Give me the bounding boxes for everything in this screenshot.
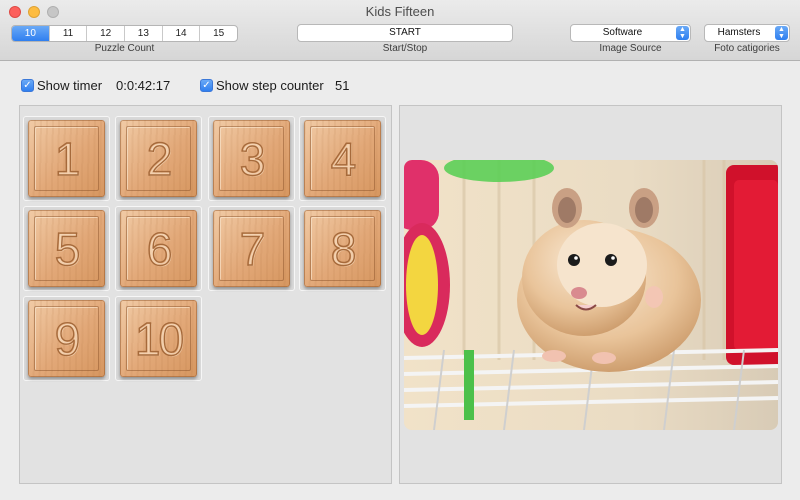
puzzle-count-10[interactable]: 10 (12, 26, 50, 41)
hamster-photo (404, 160, 778, 430)
puzzle-tile-5[interactable]: 5 (28, 210, 105, 287)
image-source-popup[interactable]: Software ▲ ▼ (570, 24, 691, 42)
puzzle-count-11[interactable]: 11 (50, 26, 88, 41)
tile-number: 10 (134, 312, 185, 365)
puzzle-board: 1 2 3 4 5 6 7 8 9 10 (19, 105, 392, 484)
tile-cell: 8 (299, 206, 386, 291)
show-step-counter-label: Show step counter (216, 78, 324, 93)
start-stop-label: Start/Stop (382, 43, 428, 54)
title-bar: Kids Fifteen 10 11 12 13 14 15 Puzzle Co… (0, 0, 800, 61)
tile-number: 8 (330, 222, 357, 275)
preview-panel (399, 105, 782, 484)
puzzle-tile-4[interactable]: 4 (304, 120, 381, 197)
step-counter-value: 51 (335, 78, 350, 93)
tile-number: 4 (330, 132, 357, 185)
image-source-value: Software (602, 27, 643, 38)
puzzle-count-12[interactable]: 12 (87, 26, 126, 41)
window-title: Kids Fifteen (365, 4, 435, 19)
puzzle-tile-1[interactable]: 1 (28, 120, 105, 197)
puzzle-tile-2[interactable]: 2 (120, 120, 197, 197)
chevron-up-down-icon: ▲ ▼ (775, 26, 788, 40)
tile-cell: 4 (299, 116, 386, 201)
puzzle-tile-7[interactable]: 7 (213, 210, 290, 287)
puzzle-tile-9[interactable]: 9 (28, 300, 105, 377)
tile-number: 9 (54, 312, 81, 365)
puzzle-tile-8[interactable]: 8 (304, 210, 381, 287)
puzzle-tile-10[interactable]: 10 (120, 300, 197, 377)
start-button[interactable]: START (297, 24, 513, 42)
tile-cell: 1 (23, 116, 110, 201)
puzzle-count-15[interactable]: 15 (200, 26, 237, 41)
puzzle-count-label: Puzzle Count (94, 43, 155, 54)
tile-number: 2 (146, 132, 173, 185)
tile-number: 1 (54, 132, 81, 185)
puzzle-tile-6[interactable]: 6 (120, 210, 197, 287)
foto-category-value: Hamsters (717, 27, 761, 38)
tile-number: 3 (239, 132, 266, 185)
puzzle-tile-3[interactable]: 3 (213, 120, 290, 197)
tile-cell: 10 (115, 296, 202, 381)
show-timer-checkbox[interactable]: ✓ (21, 79, 34, 92)
tile-number: 7 (239, 222, 266, 275)
tile-cell: 3 (208, 116, 295, 201)
show-step-counter-checkbox[interactable]: ✓ (200, 79, 213, 92)
tile-cell: 9 (23, 296, 110, 381)
chevron-up-down-icon: ▲ ▼ (676, 26, 689, 40)
timer-value: 0:0:42:17 (116, 78, 171, 93)
tile-cell: 2 (115, 116, 202, 201)
tile-cell: 7 (208, 206, 295, 291)
show-timer-label: Show timer (37, 78, 103, 93)
image-source-label: Image Source (599, 43, 662, 54)
tile-cell: 5 (23, 206, 110, 291)
puzzle-count-13[interactable]: 13 (125, 26, 163, 41)
tile-number: 5 (54, 222, 81, 275)
hamster-illustration (404, 160, 778, 430)
puzzle-count-selector: 10 11 12 13 14 15 (11, 25, 238, 42)
foto-category-label: Foto catigories (714, 43, 780, 54)
foto-category-popup[interactable]: Hamsters ▲ ▼ (704, 24, 790, 42)
tile-cell: 6 (115, 206, 202, 291)
tile-number: 6 (146, 222, 173, 275)
puzzle-count-14[interactable]: 14 (163, 26, 201, 41)
